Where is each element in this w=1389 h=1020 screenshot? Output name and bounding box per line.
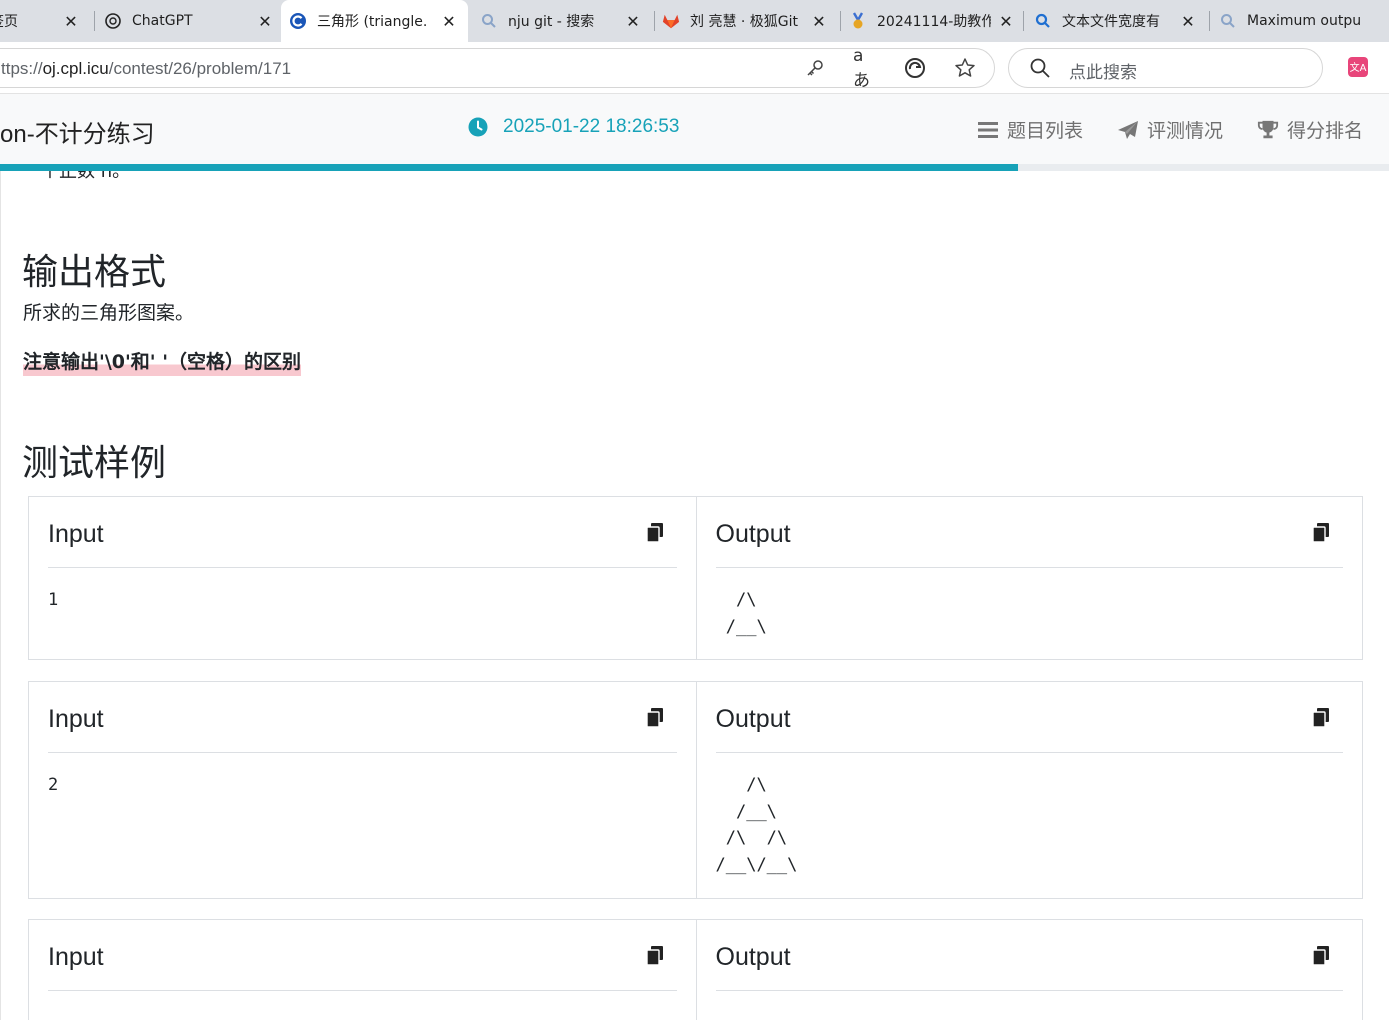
tab-label: 签页: [0, 14, 18, 30]
search-icon: [480, 12, 498, 30]
search-box[interactable]: 点此搜索: [1008, 48, 1323, 88]
sample-input-title: Input: [48, 942, 104, 971]
oj-icon: [289, 12, 307, 30]
paper-plane-icon: [1117, 119, 1139, 141]
favorite-star-icon[interactable]: [953, 56, 977, 80]
sample-output-title: Output: [715, 519, 791, 548]
sample-input-panel: Input: [29, 920, 696, 1020]
nav-link-label: 题目列表: [1007, 120, 1084, 142]
tab-gitlab[interactable]: 刘 亮慧 · 极狐Git ✕: [662, 0, 838, 42]
nav-scoreboard[interactable]: 得分排名: [1257, 116, 1363, 143]
sample-output-panel: Output /\ /__\ /\ /\ /__\/__\: [695, 682, 1363, 898]
tab-close-icon[interactable]: ✕: [256, 12, 274, 31]
url-text[interactable]: ttps://oj.cpl.icu/contest/26/problem/171: [1, 59, 291, 79]
tab-close-icon[interactable]: ✕: [62, 12, 80, 31]
chatgpt-icon: [104, 12, 122, 30]
problem-content: 一个正数 n。 输出格式 所求的三角形图案。 注意输出'\0'和' '（空格）的…: [0, 171, 1389, 1020]
svg-text:文A: 文A: [1350, 61, 1367, 74]
trophy-icon: [1257, 119, 1279, 141]
search-icon: [1219, 12, 1237, 30]
copy-icon[interactable]: [1311, 522, 1331, 542]
tab-label: 刘 亮慧 · 极狐Git: [690, 14, 799, 30]
url-prefix: ttps://: [1, 59, 43, 78]
tab-20241114[interactable]: 20241114-助教作 ✕: [849, 0, 1025, 42]
sample-input-content: 2: [48, 775, 59, 795]
tab-label: nju git - 搜索: [508, 14, 595, 30]
tab-chatgpt[interactable]: ChatGPT ✕: [104, 0, 284, 42]
tab-text-width-search[interactable]: 文本文件宽度有 ✕: [1034, 0, 1207, 42]
sample-input-title: Input: [48, 519, 104, 548]
clock-icon: [468, 117, 488, 137]
key-icon[interactable]: [803, 56, 827, 80]
contest-progress-bar: [0, 164, 1389, 171]
nav-link-label: 得分排名: [1287, 120, 1364, 142]
tab-label: ChatGPT: [132, 13, 193, 29]
search-icon: [1029, 57, 1051, 83]
progress-fill: [0, 164, 1019, 171]
sample-output-title: Output: [715, 704, 791, 733]
nav-submissions[interactable]: 评测情况: [1117, 116, 1223, 143]
sample-output-content: /\ /__\: [725, 590, 767, 637]
browser-toolbar: ttps://oj.cpl.icu/contest/26/problem/171…: [0, 42, 1389, 94]
nav-problem-list[interactable]: 题目列表: [977, 116, 1083, 143]
contest-title[interactable]: on-不计分练习: [0, 114, 155, 149]
contest-clock: 2025-01-22 18:26:53: [468, 116, 679, 138]
contest-time: 2025-01-22 18:26:53: [503, 116, 680, 137]
tab-close-icon[interactable]: ✕: [997, 12, 1015, 31]
search-icon: [1034, 12, 1052, 30]
tab-triangle-problem[interactable]: 三角形 (triangle. ✕: [281, 0, 468, 42]
search-placeholder: 点此搜索: [1069, 63, 1137, 83]
sample-output-panel: Output /\ /__\: [695, 497, 1363, 659]
sample-input-panel: Input 1: [29, 497, 696, 659]
copy-icon[interactable]: [645, 945, 665, 965]
tab-nju-git-search[interactable]: nju git - 搜索 ✕: [470, 0, 652, 42]
gitlab-icon: [662, 12, 680, 30]
url-host: oj.cpl.icu: [42, 59, 109, 78]
sample-case: Input Output: [28, 919, 1363, 1020]
tab-close-icon[interactable]: ✕: [440, 12, 458, 31]
sample-case: Input 1 Output /\ /__\: [28, 496, 1363, 660]
copy-icon[interactable]: [645, 522, 665, 542]
tab-new-tab[interactable]: 签页 ✕: [0, 0, 90, 42]
sample-input-panel: Input 2: [29, 682, 696, 898]
output-note: 注意输出'\0'和' '（空格）的区别: [23, 347, 302, 376]
input-format-text: 一个正数 n。: [23, 171, 131, 182]
copy-icon[interactable]: [645, 707, 665, 727]
list-icon: [977, 119, 999, 141]
tab-close-icon[interactable]: ✕: [624, 12, 642, 31]
sample-output-panel: Output: [695, 920, 1363, 1020]
sample-output-title: Output: [715, 942, 791, 971]
output-format-heading: 输出格式: [22, 252, 167, 293]
tab-label: 20241114-助教作: [877, 14, 991, 30]
sample-input-content: 1: [48, 590, 59, 610]
copy-icon[interactable]: [1311, 707, 1331, 727]
translate-extension-icon[interactable]: 文A: [1346, 55, 1370, 79]
sample-output-content: /\ /__\ /\ /\ /__\/__\: [715, 775, 798, 875]
tab-close-icon[interactable]: ✕: [1179, 12, 1197, 31]
tab-label: Maximum outpu: [1247, 13, 1362, 29]
nav-link-label: 评测情况: [1147, 120, 1224, 142]
url-path: /contest/26/problem/171: [108, 59, 292, 78]
site-navbar: on-不计分练习 2025-01-22 18:26:53 题目列表 评测情况 得…: [0, 94, 1389, 164]
browser-tab-strip: 签页 ✕ ChatGPT ✕ 三角形 (triangle. ✕ nju git …: [0, 0, 1389, 42]
address-bar[interactable]: ttps://oj.cpl.icu/contest/26/problem/171: [0, 48, 995, 88]
read-aloud-icon[interactable]: aあ: [853, 46, 877, 91]
tab-label: 三角形 (triangle.: [317, 14, 428, 30]
tab-maximum-output-search[interactable]: Maximum outpu: [1219, 0, 1389, 42]
tab-close-icon[interactable]: ✕: [810, 12, 828, 31]
sample-input-title: Input: [48, 704, 104, 733]
samples-heading: 测试样例: [22, 443, 167, 484]
tab-label: 文本文件宽度有: [1062, 14, 1160, 30]
output-format-description: 所求的三角形图案。: [23, 302, 195, 324]
edge-sync-icon[interactable]: [903, 56, 927, 80]
copy-icon[interactable]: [1311, 945, 1331, 965]
sample-case: Input 2 Output /\ /__\ /\ /\ /__\/__\: [28, 681, 1363, 899]
medal-icon: [849, 12, 867, 30]
